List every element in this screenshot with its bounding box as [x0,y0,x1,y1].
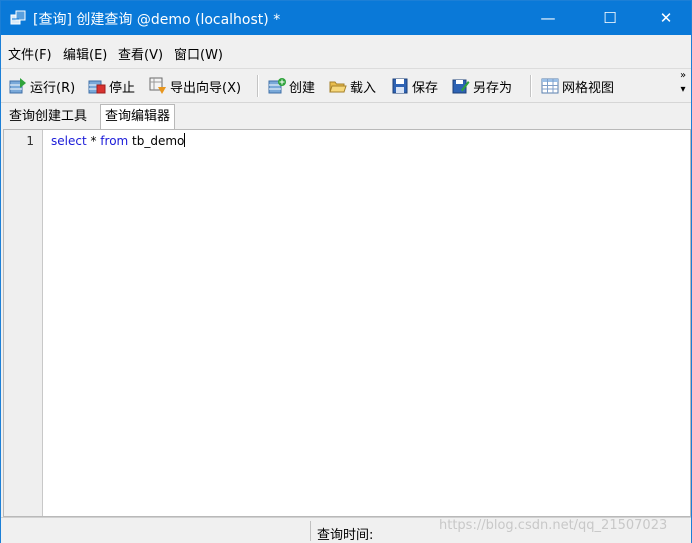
minimize-button[interactable]: — [525,1,571,35]
sql-editor[interactable]: 1 select * from tb_demo [3,129,691,517]
text-caret [184,133,186,147]
code-token: * [86,134,101,148]
code-line[interactable]: select * from tb_demo [51,133,186,148]
grid-view-label: 网格视图 [562,80,615,96]
save-button[interactable]: 保存 [391,74,438,98]
save-as-label: 另存为 [473,80,513,96]
toolbar-overflow-button[interactable]: » ▾ [677,71,689,95]
query-window: [查询] 创建查询 @demo (localhost) * — ☐ ✕ 文件(F… [0,0,692,543]
keyword-from: from [100,134,129,148]
maximize-icon: ☐ [603,9,617,27]
export-wizard-button[interactable]: 导出向导(X) [149,74,241,98]
menu-view[interactable]: 查看(V) [118,44,163,63]
keyword-select: select [51,134,87,148]
save-as-button[interactable]: 另存为 [452,74,512,98]
load-label: 载入 [350,80,377,96]
title-bar[interactable]: [查询] 创建查询 @demo (localhost) * — ☐ ✕ [1,1,691,35]
menu-edit[interactable]: 编辑(E) [63,44,107,63]
query-time-label: 查询时间: [317,528,374,543]
tab-query-builder[interactable]: 查询创建工具 [5,106,91,128]
grid-view-button[interactable]: 网格视图 [541,74,614,98]
toolbar-separator [530,75,532,97]
toolbar: 运行(R) 停止 导出向导(X) 创建 载入 保存 另存为 网格视图 [1,69,691,103]
create-button[interactable]: 创建 [268,74,315,98]
folder-open-icon [329,81,347,93]
stop-button[interactable]: 停止 [88,74,135,98]
save-icon [392,78,408,94]
status-bar: 查询时间: https://blog.csdn.net/qq_21507023 [1,517,691,543]
chevron-down-icon: ▾ [680,84,686,95]
stop-label: 停止 [109,80,136,96]
window-title: [查询] 创建查询 @demo (localhost) * [33,12,281,28]
run-label: 运行(R) [30,80,76,96]
maximize-button[interactable]: ☐ [587,1,633,35]
menu-window[interactable]: 窗口(W) [174,44,223,63]
grid-view-icon [541,78,559,94]
create-icon [268,78,286,94]
line-number-gutter: 1 [4,130,43,516]
table-name: tb_demo [128,134,185,148]
export-icon [149,77,166,94]
stop-icon [88,80,106,94]
create-label: 创建 [289,80,316,96]
close-button[interactable]: ✕ [643,1,689,35]
query-app-icon [10,10,26,26]
minimize-icon: — [540,9,556,27]
tab-query-editor[interactable]: 查询编辑器 [100,104,176,130]
tab-strip: 查询创建工具 查询编辑器 [1,103,691,130]
line-number: 1 [26,134,34,148]
save-label: 保存 [412,80,439,96]
load-button[interactable]: 载入 [329,74,376,98]
watermark-text: https://blog.csdn.net/qq_21507023 [439,518,668,533]
export-wizard-label: 导出向导(X) [170,80,242,96]
run-icon [9,78,26,94]
save-as-icon [452,79,470,94]
status-separator [310,521,311,541]
menu-bar: 文件(F) 编辑(E) 查看(V) 窗口(W) [1,35,691,69]
close-icon: ✕ [659,9,673,27]
menu-file[interactable]: 文件(F) [8,44,52,63]
run-button[interactable]: 运行(R) [9,74,75,98]
toolbar-separator [257,75,259,97]
chevron-double-right-icon: » [679,70,687,81]
